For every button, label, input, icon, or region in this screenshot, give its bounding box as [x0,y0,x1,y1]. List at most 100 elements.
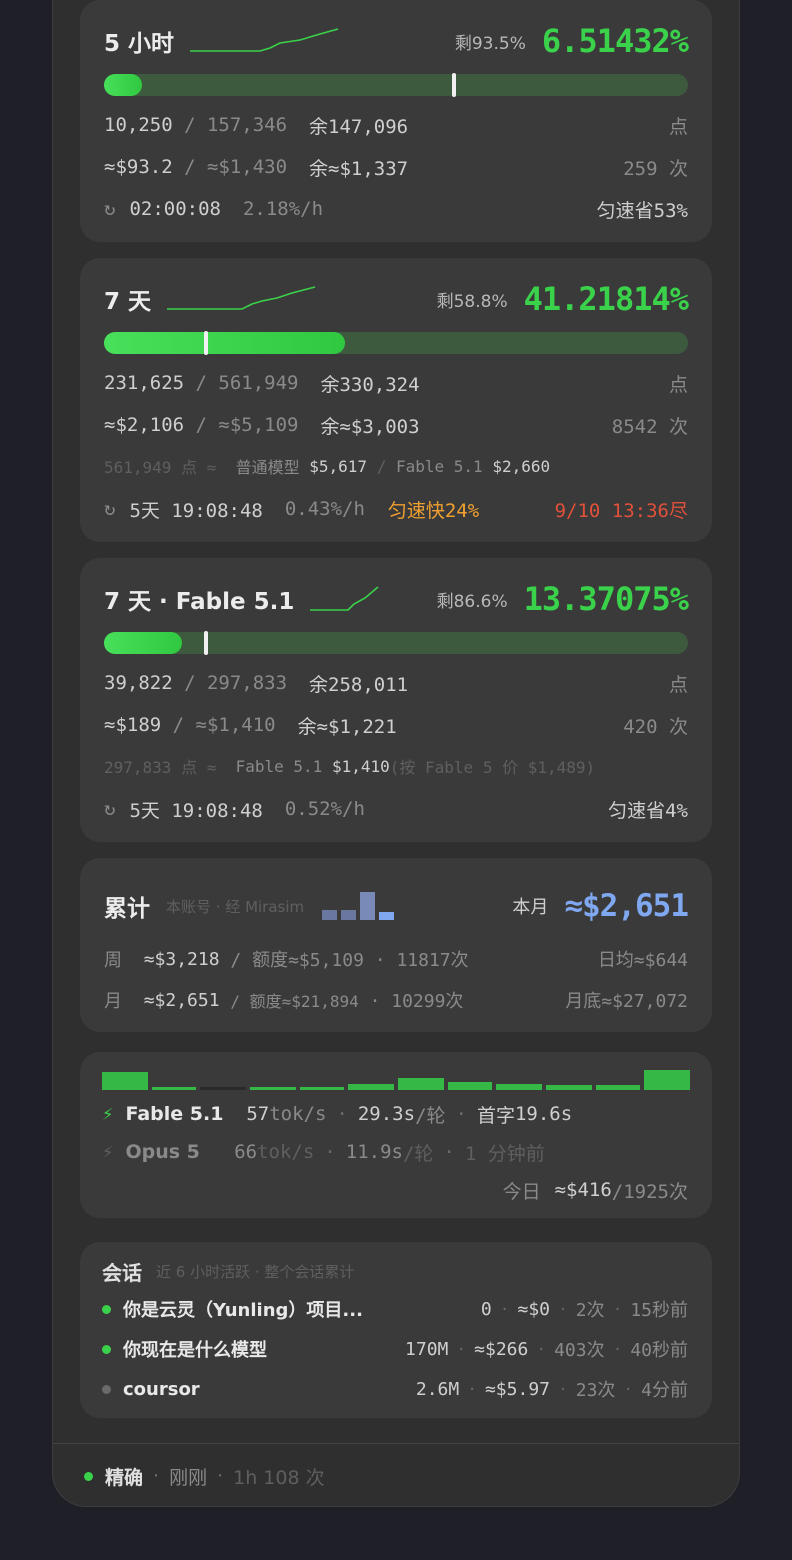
week-label: 周 [104,950,122,971]
model-2-seconds: 11.9s [345,1141,403,1163]
session-ago: 40秒前 [630,1340,688,1361]
first-token-label: 首字 [476,1104,515,1127]
session-count: 2次 [575,1300,605,1321]
breakdown-fable: Fable 5.1 [235,756,323,776]
progress-bar [104,73,688,97]
footer-status: 精确 · 刚刚 · 1h 108 次 [84,1461,484,1491]
sparkline [310,586,379,611]
sparkline [167,286,316,310]
per-round-label: /轮 [415,1104,446,1127]
request-count: 8542 次 [611,415,688,438]
active-dot [102,1304,111,1314]
card-title: 5 小时 [104,31,175,57]
pace-marker [204,631,209,655]
session-count: 23次 [575,1380,616,1401]
progress-fill [104,332,345,354]
month-cost: ≈$2,651 [143,989,220,1011]
sessions-title: 会话 [102,1260,142,1285]
session-name: coursor [123,1378,200,1400]
total-cost: / ≈$1,410 [172,714,276,736]
sessions-subtitle: 近 6 小时活跃 · 整个会话累计 [156,1262,355,1281]
model-1-tok: 57 [246,1103,270,1125]
session-row[interactable]: 你现在是什么模型 170M · ≈$266 · 403次 · 40秒前 [102,1334,688,1364]
sparkline [190,28,339,52]
model-2-ago: 1 分钟前 [464,1142,545,1165]
total-cost: / ≈$1,430 [184,156,288,178]
tok-unit: tok/s [257,1141,315,1163]
unit-label: 点 [668,673,688,696]
model-1-first-token: 19.6s [514,1103,573,1125]
pace-status: 匀速省53% [596,199,688,222]
used-cost: ≈$2,106 [104,414,185,436]
breakdown-points: 297,833 点 ≈ [104,758,217,777]
left-cost: 余≈$1,221 [297,715,397,738]
reset-icon: ↻ [104,498,116,520]
reset-icon: ↻ [104,798,116,820]
left-points: 余330,324 [320,373,420,396]
session-ago: 15秒前 [630,1300,688,1321]
reset-icon: ↻ [104,198,116,220]
session-tokens: 0 [480,1298,492,1320]
burn-rate: 0.43%/h [284,498,365,520]
remaining-percent: 剩58.8% [436,291,508,312]
week-count: · 11817次 [374,950,469,971]
used-percent: 13.37075% [523,580,689,618]
window-summary: 1h 108 次 [233,1466,325,1489]
reset-timer: 5天 19:08:48 [129,499,263,522]
session-row[interactable]: 你是云灵（Yunling）项目... 0 · ≈$0 · 2次 · 15秒前 [102,1294,688,1324]
unit-label: 点 [668,115,688,138]
progress-fill [104,74,142,96]
bolt-icon: ⚡ [102,1103,114,1125]
progress-fill [104,632,183,654]
total-points: / 297,833 [184,672,288,694]
breakdown-model-value: $5,617 [309,456,368,476]
card-title: 7 天 [104,289,152,315]
session-ago: 4分前 [641,1380,688,1401]
cumulative-subtitle: 本账号 · 经 Mirasim [166,897,305,916]
card-cumulative: 累计 本账号 · 经 Mirasim 本月 ≈$2,651 周 ≈$3,218 … [80,858,712,1032]
pace-marker [204,331,209,355]
month-value: ≈$2,651 [564,888,689,924]
active-dot [102,1344,111,1354]
request-count: 420 次 [623,715,688,738]
model-1-seconds: 29.3s [357,1103,416,1125]
used-percent: 6.51432% [541,22,689,60]
progress-bar [104,631,688,655]
used-percent: 41.21814% [523,280,689,318]
month-count: · 10299次 [369,991,464,1012]
total-points: / 561,949 [195,372,299,394]
used-cost: ≈$93.2 [104,156,173,178]
bolt-icon: ⚡ [102,1141,114,1163]
left-cost: 余≈$1,337 [309,157,409,180]
today-cost: ≈$416 [554,1179,612,1201]
session-tokens: 2.6M [415,1378,460,1400]
left-points: 余147,096 [309,115,409,138]
used-points: 231,625 [104,372,185,394]
left-cost: 余≈$3,003 [320,415,420,438]
updated-label: 刚刚 [169,1466,208,1489]
request-count: 259 次 [623,157,688,180]
reset-timer: 5天 19:08:48 [129,799,263,822]
used-points: 10,250 [104,114,173,136]
session-name: 你现在是什么模型 [123,1340,267,1361]
remaining-percent: 剩93.5% [454,33,526,54]
breakdown-points: 561,949 点 ≈ [104,458,217,477]
tok-unit: tok/s [269,1103,327,1125]
card-5h: 5 小时 剩93.5% 6.51432% 10,250 / 157,346 余14… [80,0,712,242]
used-cost: ≈$189 [104,714,162,736]
progress-bar [104,331,688,355]
breakdown-model: 普通模型 [235,458,300,477]
unit-label: 点 [668,373,688,396]
model-2-name: Opus 5 [125,1141,200,1163]
today-label: 今日 [502,1180,541,1203]
session-count: 403次 [554,1340,605,1361]
session-row[interactable]: coursor 2.6M · ≈$5.97 · 23次 · 4分前 [102,1374,688,1404]
breakdown-fable-value: $2,660 [492,456,551,476]
model-2-tok: 66 [234,1141,258,1163]
daily-average: 日均≈$644 [597,950,688,971]
breakdown-sep: / [376,456,387,476]
total-points: / 157,346 [184,114,288,136]
pace-marker [452,73,457,97]
session-cost: ≈$266 [474,1338,529,1360]
month-row-label: 月 [104,991,122,1012]
